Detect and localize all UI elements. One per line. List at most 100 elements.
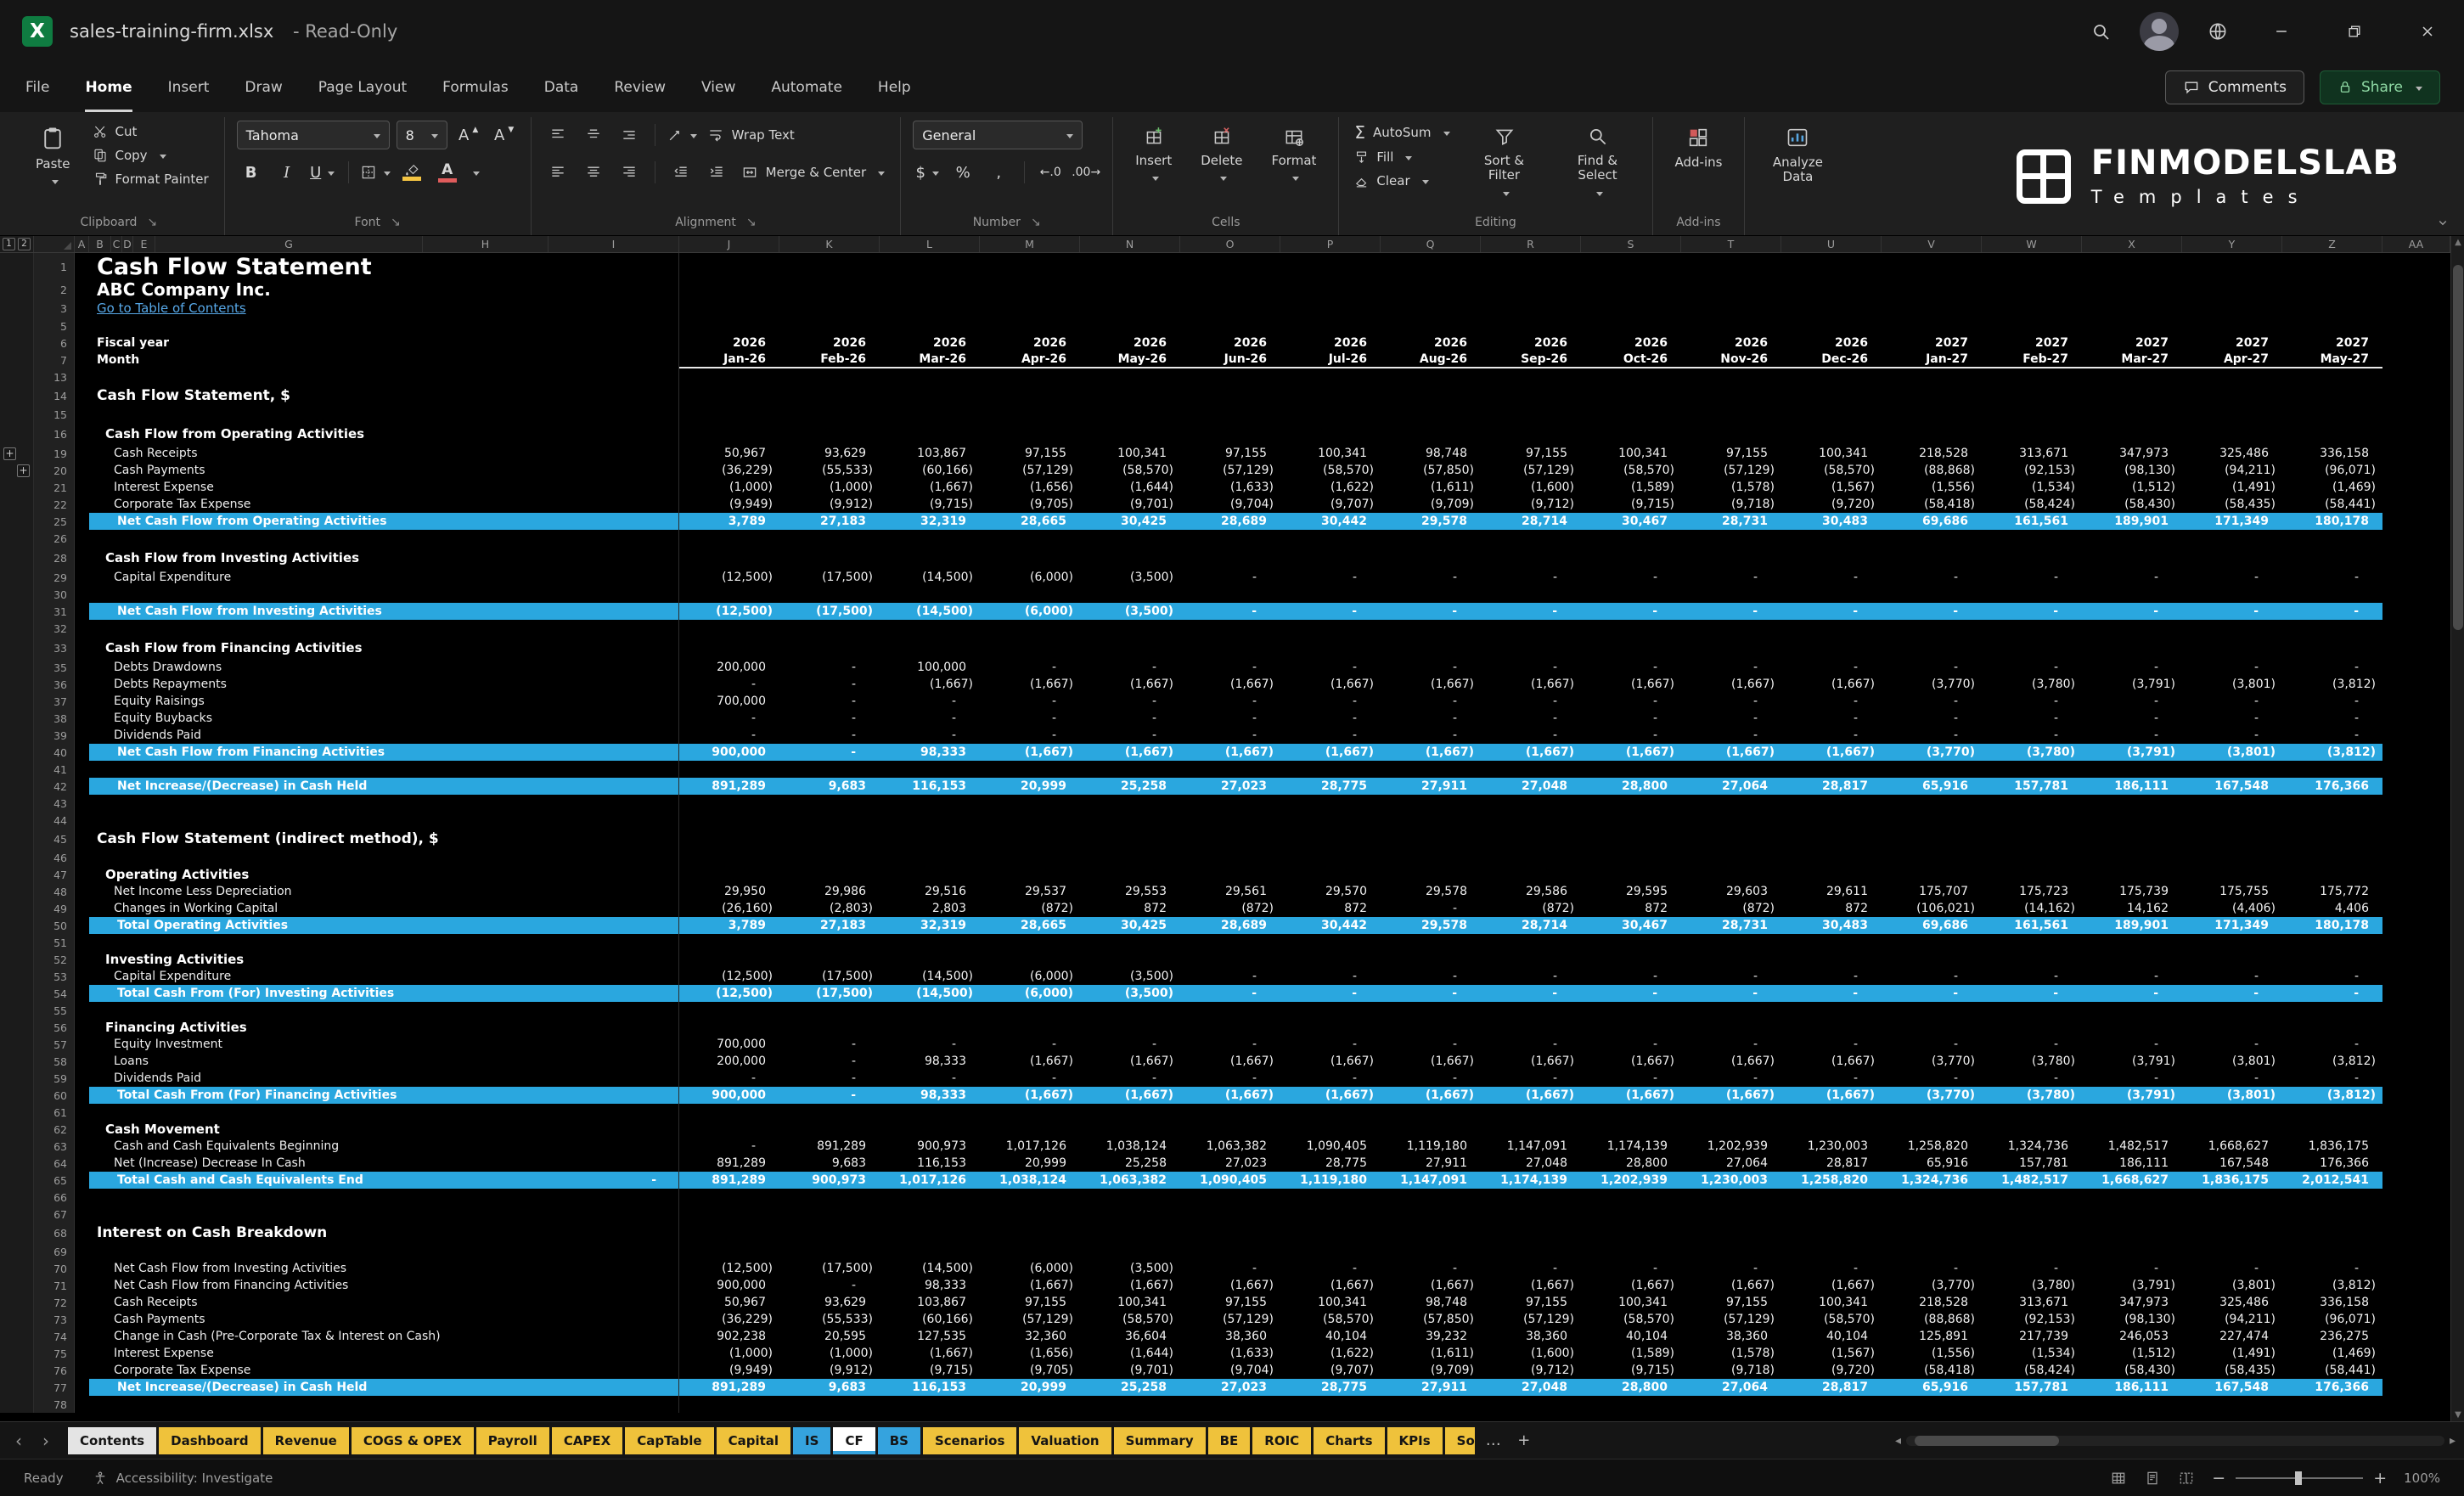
- cell[interactable]: 2026: [1180, 335, 1280, 352]
- cell[interactable]: (1,667): [1781, 1087, 1882, 1104]
- font-name-select[interactable]: Tahoma: [237, 121, 390, 149]
- row-label-cell[interactable]: Total Cash and Cash Equivalents End-: [75, 1172, 679, 1189]
- cell[interactable]: -: [1882, 727, 1982, 744]
- cell[interactable]: -: [1381, 1070, 1481, 1087]
- row-label-cell[interactable]: Net Cash Flow from Investing Activities: [75, 1260, 679, 1277]
- cell[interactable]: (12,500): [679, 569, 779, 586]
- cell[interactable]: -: [2282, 693, 2382, 710]
- cell[interactable]: 891,289: [679, 1155, 779, 1172]
- cell[interactable]: [1581, 318, 1681, 335]
- cell[interactable]: [2282, 637, 2382, 659]
- orientation-button[interactable]: [667, 121, 697, 149]
- cell[interactable]: 27,048: [1481, 778, 1581, 795]
- cell[interactable]: -: [1581, 569, 1681, 586]
- outline-expand-button[interactable]: +: [17, 464, 30, 477]
- row-number[interactable]: 32: [34, 620, 75, 637]
- cell[interactable]: [880, 385, 980, 406]
- row-number[interactable]: 51: [34, 934, 75, 951]
- cell[interactable]: 32,319: [880, 513, 980, 530]
- cell[interactable]: -: [779, 1053, 880, 1070]
- cell[interactable]: -: [1080, 710, 1180, 727]
- user-avatar[interactable]: [2140, 12, 2179, 51]
- cell[interactable]: -: [1481, 727, 1581, 744]
- row-number[interactable]: 21: [34, 479, 75, 496]
- cell[interactable]: [980, 299, 1080, 318]
- cell[interactable]: [1781, 299, 1882, 318]
- cell[interactable]: [779, 385, 880, 406]
- cell[interactable]: [2182, 586, 2282, 603]
- cell[interactable]: [1481, 934, 1581, 951]
- cell[interactable]: [1481, 253, 1581, 280]
- cell[interactable]: [980, 620, 1080, 637]
- cell[interactable]: [1080, 1121, 1180, 1138]
- row-number[interactable]: 78: [34, 1396, 75, 1413]
- row-number[interactable]: 14: [34, 385, 75, 406]
- cell[interactable]: 28,817: [1781, 1379, 1882, 1396]
- cell[interactable]: [1581, 1002, 1681, 1019]
- cell[interactable]: -: [1180, 659, 1280, 676]
- cell[interactable]: [2282, 1121, 2382, 1138]
- cell[interactable]: [980, 951, 1080, 968]
- cell[interactable]: (3,770): [1882, 1087, 1982, 1104]
- cell[interactable]: [679, 385, 779, 406]
- cell[interactable]: 1,063,382: [1080, 1172, 1180, 1189]
- cell[interactable]: [679, 829, 779, 849]
- cell[interactable]: -: [1280, 569, 1381, 586]
- cell[interactable]: [1481, 406, 1581, 423]
- cell[interactable]: [779, 795, 880, 812]
- cell[interactable]: -: [880, 710, 980, 727]
- cell[interactable]: 1,017,126: [980, 1138, 1080, 1155]
- cell[interactable]: [1681, 812, 1781, 829]
- cell[interactable]: [779, 849, 880, 866]
- row-number[interactable]: 58: [34, 1053, 75, 1070]
- row-number[interactable]: 49: [34, 900, 75, 917]
- cell[interactable]: -: [2282, 1070, 2382, 1087]
- cell[interactable]: [1882, 829, 1982, 849]
- cell[interactable]: (58,570): [1581, 462, 1681, 479]
- cell[interactable]: 9,683: [779, 1379, 880, 1396]
- cell[interactable]: [1180, 368, 1280, 385]
- cell[interactable]: 38,360: [1481, 1328, 1581, 1345]
- row-label-cell[interactable]: Cash Payments: [75, 462, 679, 479]
- row-number[interactable]: 50: [34, 917, 75, 934]
- cell[interactable]: (1,512): [2082, 1345, 2182, 1362]
- cell[interactable]: [1882, 849, 1982, 866]
- cell[interactable]: -: [1581, 1036, 1681, 1053]
- cell[interactable]: [1581, 829, 1681, 849]
- copy-button[interactable]: Copy: [89, 146, 212, 165]
- cell[interactable]: -: [1882, 985, 1982, 1002]
- cell[interactable]: [1982, 1002, 2082, 1019]
- cell[interactable]: -: [1982, 693, 2082, 710]
- cell[interactable]: 29,570: [1280, 883, 1381, 900]
- cell[interactable]: [980, 866, 1080, 883]
- cell[interactable]: [880, 280, 980, 299]
- cell[interactable]: Jan-26: [679, 352, 779, 368]
- cell[interactable]: 902,238: [679, 1328, 779, 1345]
- cell[interactable]: [2182, 1002, 2282, 1019]
- cell[interactable]: (9,704): [1180, 1362, 1280, 1379]
- cell[interactable]: 29,553: [1080, 883, 1180, 900]
- sheet-tab-capex[interactable]: CAPEX: [552, 1427, 622, 1454]
- row-number[interactable]: 37: [34, 693, 75, 710]
- cell[interactable]: 872: [1280, 900, 1381, 917]
- cell[interactable]: 20,999: [980, 1155, 1080, 1172]
- cell[interactable]: (57,129): [1180, 1311, 1280, 1328]
- outline-level-2-button[interactable]: 2: [18, 238, 31, 250]
- row-label-cell[interactable]: Dividends Paid: [75, 727, 679, 744]
- cell[interactable]: [1681, 934, 1781, 951]
- row-number[interactable]: 74: [34, 1328, 75, 1345]
- cell[interactable]: -: [1982, 968, 2082, 985]
- row-number[interactable]: 69: [34, 1243, 75, 1260]
- cell[interactable]: -: [1581, 659, 1681, 676]
- cell[interactable]: [1481, 812, 1581, 829]
- cell[interactable]: [1581, 368, 1681, 385]
- cell[interactable]: -: [1982, 727, 2082, 744]
- row-label-cell[interactable]: Equity Investment: [75, 1036, 679, 1053]
- cell[interactable]: [1882, 1104, 1982, 1121]
- cell[interactable]: [679, 1104, 779, 1121]
- cell[interactable]: 38,360: [1681, 1328, 1781, 1345]
- cell[interactable]: -: [1681, 569, 1781, 586]
- cell[interactable]: Feb-26: [779, 352, 880, 368]
- cell[interactable]: 29,595: [1581, 883, 1681, 900]
- cell[interactable]: [1781, 547, 1882, 569]
